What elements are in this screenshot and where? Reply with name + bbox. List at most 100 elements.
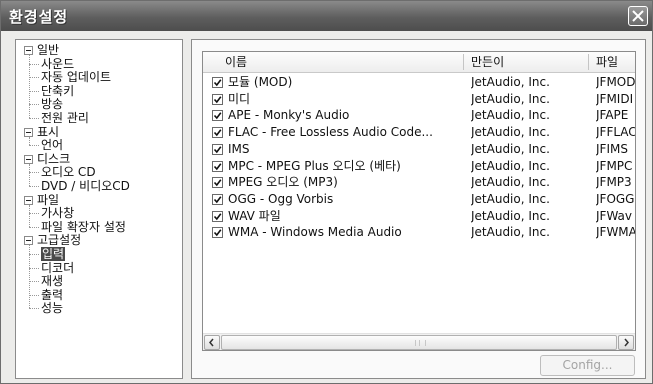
checkmark-icon: [213, 162, 222, 170]
cell-file: JFWav: [596, 208, 632, 223]
tree-item[interactable]: 파일 확장자 설정: [41, 220, 126, 234]
list-item[interactable]: APE - Monky's Audio JetAudio, Inc. JFAPE: [203, 107, 635, 123]
collapse-icon[interactable]: [24, 236, 33, 246]
tree-connector: [29, 254, 39, 255]
cell-author: JetAudio, Inc.: [471, 175, 550, 190]
column-divider[interactable]: [463, 54, 464, 70]
checkbox[interactable]: [212, 193, 223, 205]
cell-author: JetAudio, Inc.: [471, 91, 550, 106]
horizontal-scrollbar[interactable]: [203, 333, 635, 350]
settings-window: 환경설정 일반 사운드 자동 업데이트 단축키 방송 전원 관리 표시 언어 디스크 오디오 CD…: [0, 0, 653, 384]
scroll-left-button[interactable]: [204, 335, 220, 350]
cell-name: MPEG 오디오 (MP3): [228, 175, 338, 190]
config-button[interactable]: Config...: [540, 355, 635, 376]
tree-connector: [29, 213, 39, 215]
list-item[interactable]: FLAC - Free Lossless Audio Code... JetAud…: [203, 124, 635, 140]
list-item[interactable]: MPEG 오디오 (MP3) JetAudio, Inc. JFMP3: [203, 174, 635, 190]
tree-connector: [29, 226, 39, 228]
cell-name: OGG - Ogg Vorbis: [228, 191, 334, 206]
collapse-icon[interactable]: [24, 46, 33, 55]
tree-connector: [29, 145, 39, 147]
column-header-name[interactable]: 이름: [225, 55, 247, 69]
grip-icon: [415, 340, 426, 346]
cell-author: JetAudio, Inc.: [471, 225, 550, 240]
tree-group[interactable]: 파일: [37, 193, 59, 207]
tree-item[interactable]: 출력: [41, 288, 63, 302]
cell-author: JetAudio, Inc.: [471, 125, 550, 140]
tree-item[interactable]: 성능: [41, 301, 63, 315]
checkbox[interactable]: [212, 77, 223, 88]
tree-group[interactable]: 표시: [37, 125, 59, 139]
close-icon: [632, 10, 644, 22]
tree-group[interactable]: 고급설정: [37, 233, 81, 247]
checkbox[interactable]: [212, 93, 223, 105]
tree-item[interactable]: 자동 업데이트: [41, 70, 111, 84]
tree-item[interactable]: 사운드: [41, 57, 74, 71]
tree-item[interactable]: 재생: [41, 274, 63, 288]
scroll-thumb[interactable]: [221, 335, 617, 350]
tree-item[interactable]: 가사창: [41, 206, 74, 220]
checkbox[interactable]: [212, 143, 223, 155]
window-title: 환경설정: [9, 8, 69, 26]
cell-file: JFAPE: [596, 108, 629, 123]
tree-item[interactable]: 디코더: [41, 261, 74, 275]
tree-connector: [29, 294, 39, 296]
collapse-icon[interactable]: [24, 154, 33, 164]
tree-connector: [29, 267, 39, 269]
checkbox[interactable]: [212, 160, 223, 172]
checkbox[interactable]: [212, 210, 223, 222]
tree-item[interactable]: 언어: [41, 138, 63, 152]
close-button[interactable]: [628, 6, 648, 26]
cell-name: 모듈 (MOD): [228, 75, 293, 89]
cell-author: JetAudio, Inc.: [471, 108, 550, 123]
cell-file: JFFLAC: [596, 125, 636, 140]
tree-item[interactable]: 전원 관리: [41, 111, 89, 125]
tree-connector: [29, 55, 30, 118]
checkmark-icon: [213, 95, 222, 103]
collapse-icon[interactable]: [24, 195, 33, 205]
list-item[interactable]: OGG - Ogg Vorbis JetAudio, Inc. JFOGG: [203, 191, 635, 207]
column-header-file[interactable]: 파일: [596, 55, 618, 69]
checkbox[interactable]: [212, 177, 223, 189]
tree-connector: [29, 308, 39, 310]
cell-author: JetAudio, Inc.: [471, 208, 550, 223]
column-header-author[interactable]: 만든이: [471, 55, 504, 69]
tree-connector: [29, 281, 39, 283]
tree-item[interactable]: 단축키: [41, 84, 74, 98]
tree-item[interactable]: 입력: [41, 247, 66, 261]
cell-name: MPC - MPEG Plus 오디오 (베타): [228, 158, 401, 173]
column-divider[interactable]: [588, 54, 589, 70]
list-header: 이름 만든이 파일: [203, 52, 635, 73]
cell-author: JetAudio, Inc.: [471, 191, 550, 206]
cell-name: APE - Monky's Audio: [228, 108, 350, 123]
tree-item[interactable]: 오디오 CD: [41, 165, 96, 179]
cell-name: WAV 파일: [228, 208, 281, 223]
list-item[interactable]: 미디 JetAudio, Inc. JFMIDI: [203, 91, 635, 107]
checkbox[interactable]: [212, 110, 223, 122]
tree-connector: [29, 63, 39, 65]
checkmark-icon: [213, 212, 222, 220]
list-item[interactable]: 모듈 (MOD) JetAudio, Inc. JFMOD: [203, 74, 635, 90]
checkmark-icon: [213, 229, 222, 237]
tree-connector: [29, 77, 39, 79]
tree-connector: [29, 163, 30, 186]
scroll-right-button[interactable]: [618, 335, 634, 350]
list-item[interactable]: IMS JetAudio, Inc. JFIMS: [203, 141, 635, 157]
checkbox[interactable]: [212, 227, 223, 239]
tree-connector: [29, 186, 39, 187]
tree-group[interactable]: 디스크: [37, 152, 70, 166]
tree-group[interactable]: 일반: [37, 43, 59, 57]
collapse-icon[interactable]: [24, 127, 33, 137]
list-item[interactable]: WMA - Windows Media Audio JetAudio, Inc. J…: [203, 224, 635, 240]
list-item[interactable]: MPC - MPEG Plus 오디오 (베타) JetAudio, Inc. JF…: [203, 158, 635, 174]
list-item[interactable]: WAV 파일 JetAudio, Inc. JFWav: [203, 208, 635, 224]
cell-name: FLAC - Free Lossless Audio Code...: [228, 125, 433, 140]
cell-file: JFMPC: [596, 158, 633, 173]
checkbox[interactable]: [212, 127, 223, 139]
cell-name: IMS: [228, 141, 250, 156]
settings-tree: 일반 사운드 자동 업데이트 단축키 방송 전원 관리 표시 언어 디스크 오디오 CD DVD /…: [15, 39, 183, 379]
cell-file: JFMOD: [596, 75, 636, 89]
tree-item[interactable]: DVD / 비디오CD: [41, 179, 130, 193]
tree-item[interactable]: 방송: [41, 97, 63, 111]
tree-connector: [29, 118, 39, 119]
